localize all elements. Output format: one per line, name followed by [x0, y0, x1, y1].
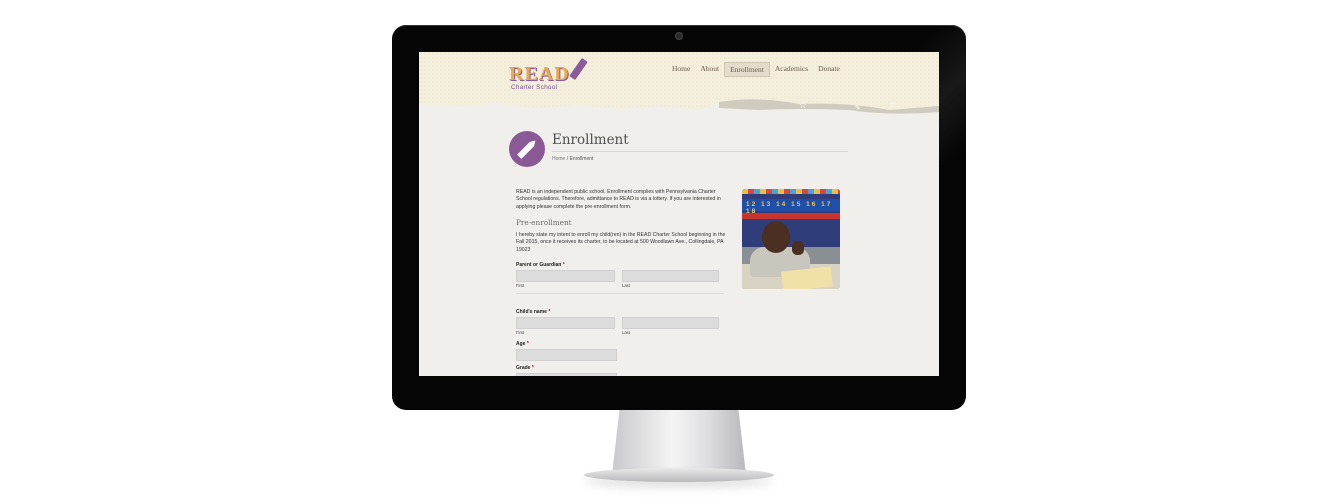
paper — [781, 266, 833, 289]
website-screen: READ Charter School Home About Enrollmen… — [419, 52, 939, 376]
section-title: Pre-enrollment — [516, 218, 572, 227]
page-content: Enrollment Home / Enrollment READ is an … — [419, 122, 939, 376]
grade-label: Grade * — [516, 365, 534, 371]
required-marker: * — [562, 262, 565, 268]
breadcrumb-home[interactable]: Home — [552, 156, 565, 162]
nav-home[interactable]: Home — [667, 62, 695, 77]
child-first-sublabel: First — [516, 330, 525, 335]
nav-academics[interactable]: Academics — [770, 62, 813, 77]
torn-paper-edge: ☆ ✎ ☆ — [419, 99, 939, 122]
child-label-text: Child's name — [516, 309, 547, 315]
nav-enrollment[interactable]: Enrollment — [724, 62, 770, 77]
student-photo: 12 13 14 15 16 17 18 — [742, 189, 840, 289]
required-marker: * — [526, 341, 529, 347]
parent-first-input[interactable] — [516, 270, 615, 282]
monitor-stand-neck — [612, 405, 746, 475]
logo-subtitle: Charter School — [511, 84, 558, 91]
nav-donate[interactable]: Donate — [813, 62, 845, 77]
parent-last-sublabel: Last — [622, 283, 630, 288]
parent-label-text: Parent or Guardian — [516, 262, 562, 268]
grade-input[interactable] — [516, 373, 617, 376]
age-label-text: Age — [516, 341, 526, 347]
child-last-sublabel: Last — [622, 330, 630, 335]
required-marker: * — [531, 365, 534, 371]
page-title: Enrollment — [552, 132, 629, 148]
parent-last-input[interactable] — [622, 270, 719, 282]
form-divider — [516, 293, 724, 294]
svg-text:☆: ☆ — [889, 100, 896, 109]
red-border — [742, 213, 840, 219]
camera-icon — [675, 32, 683, 40]
grade-label-text: Grade — [516, 365, 531, 371]
decor-strip — [742, 189, 840, 194]
pencil-logo-icon — [569, 57, 588, 81]
parent-first-sublabel: First — [516, 283, 525, 288]
main-nav: Home About Enrollment Academics Donate — [667, 62, 845, 77]
svg-text:☆: ☆ — [799, 101, 807, 111]
title-divider — [552, 151, 848, 152]
site-logo[interactable]: READ Charter School — [509, 57, 588, 91]
monitor-stand-base — [584, 468, 774, 482]
parent-label: Parent or Guardian * — [516, 262, 565, 268]
pencil-icon — [509, 131, 545, 167]
nav-about[interactable]: About — [695, 62, 724, 77]
child-first-input[interactable] — [516, 317, 615, 329]
breadcrumb-current: Enrollment — [569, 156, 594, 162]
child-last-input[interactable] — [622, 317, 719, 329]
intro-text: READ is an independent public school. En… — [516, 189, 721, 210]
required-marker: * — [548, 309, 551, 315]
breadcrumb: Home / Enrollment — [552, 156, 593, 162]
child-face — [762, 221, 790, 253]
intent-text: I hereby state my intent to enroll my ch… — [516, 232, 726, 253]
monitor-bezel: READ Charter School Home About Enrollmen… — [392, 25, 966, 410]
age-input[interactable] — [516, 349, 617, 361]
logo-read-text: READ — [509, 63, 570, 85]
child-hand — [792, 241, 804, 255]
breadcrumb-separator: / — [566, 156, 569, 162]
age-label: Age * — [516, 341, 529, 347]
svg-text:✎: ✎ — [855, 104, 861, 112]
child-label: Child's name * — [516, 309, 550, 315]
